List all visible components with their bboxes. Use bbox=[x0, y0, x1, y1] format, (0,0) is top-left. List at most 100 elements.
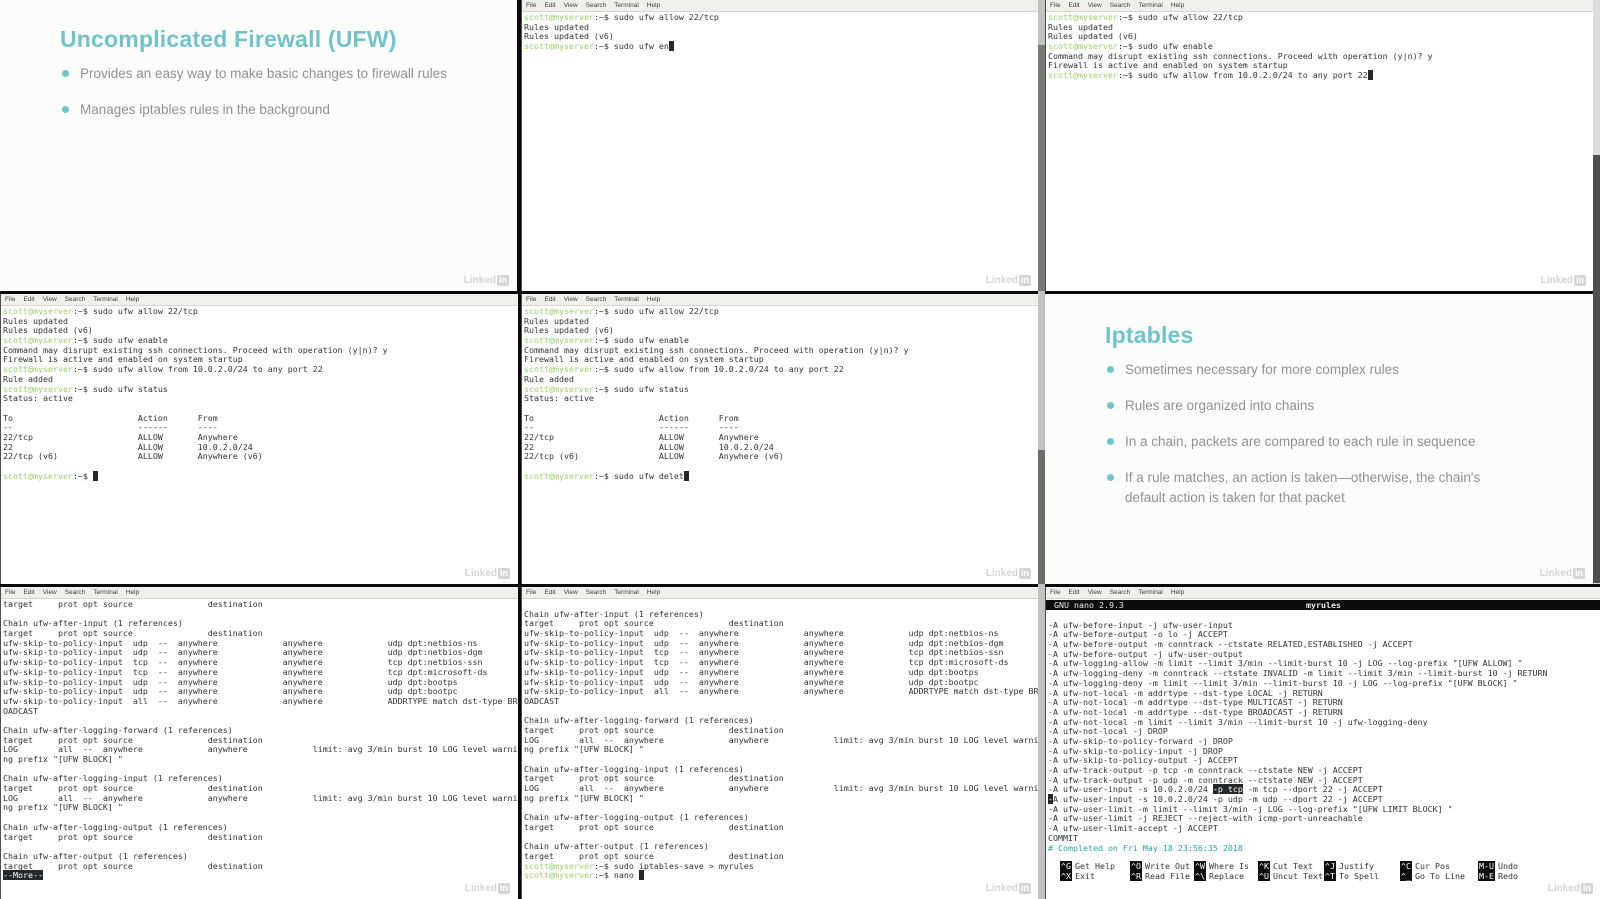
menu-item-search[interactable]: Search bbox=[586, 0, 607, 11]
terminal-screen[interactable]: scott@myserver:~$ sudo ufw allow 22/tcp R… bbox=[522, 12, 1039, 52]
terminal-line: scott@myserver:~$ sudo ufw allow 22/tcp bbox=[1048, 12, 1243, 22]
scrollbar-track-middle[interactable] bbox=[1038, 0, 1045, 899]
menu-item-file[interactable]: File bbox=[526, 294, 536, 305]
nano-shortcut-label: Justify bbox=[1339, 861, 1374, 871]
menu-item-edit[interactable]: Edit bbox=[544, 587, 555, 598]
nano-shortcut-key: M-U bbox=[1478, 861, 1495, 871]
linkedin-watermark: Linked in bbox=[1547, 883, 1593, 894]
menu-item-view[interactable]: View bbox=[1088, 0, 1102, 11]
slide-ufw-panel: Uncomplicated Firewall (UFW) Provides an… bbox=[0, 0, 517, 291]
nano-shortcut-key: ^U bbox=[1258, 871, 1270, 881]
nano-shortcut-key: ^T bbox=[1324, 871, 1336, 881]
nano-shortcut-label: Cut Text bbox=[1273, 861, 1313, 871]
terminal-line: ng prefix "[UFW BLOCK] " bbox=[524, 744, 644, 755]
menu-item-file[interactable]: File bbox=[1050, 587, 1060, 598]
menu-item-terminal[interactable]: Terminal bbox=[614, 587, 639, 598]
terminal-screen[interactable]: scott@myserver:~$ sudo ufw allow 22/tcp R… bbox=[1046, 12, 1594, 81]
menu-item-help[interactable]: Help bbox=[647, 587, 660, 598]
menu-item-file[interactable]: File bbox=[5, 587, 15, 598]
terminal-line: ufw-skip-to-policy-input all -- anywhere… bbox=[3, 695, 518, 706]
menu-item-view[interactable]: View bbox=[564, 294, 578, 305]
menu-item-terminal[interactable]: Terminal bbox=[93, 587, 118, 598]
menu-item-help[interactable]: Help bbox=[647, 0, 660, 11]
terminal-line: ng prefix "[UFW BLOCK] " bbox=[3, 802, 123, 813]
menu-item-view[interactable]: View bbox=[43, 294, 57, 305]
menu-item-file[interactable]: File bbox=[526, 587, 536, 598]
menu-item-search[interactable]: Search bbox=[1110, 0, 1131, 11]
menu-item-terminal[interactable]: Terminal bbox=[1138, 0, 1163, 11]
menu-item-edit[interactable]: Edit bbox=[544, 0, 555, 11]
nano-shortcut-label: Undo bbox=[1498, 861, 1518, 871]
menu-item-help[interactable]: Help bbox=[1171, 0, 1184, 11]
nano-shortcut-key: ^R bbox=[1130, 871, 1142, 881]
menu-item-terminal[interactable]: Terminal bbox=[614, 294, 639, 305]
terminal-screen[interactable]: scott@myserver:~$ sudo ufw allow 22/tcp R… bbox=[522, 306, 1039, 481]
menu-item-view[interactable]: View bbox=[564, 587, 578, 598]
terminal-line: scott@myserver:~$ sudo ufw allow from 10… bbox=[1048, 70, 1594, 81]
menu-item-view[interactable]: View bbox=[43, 587, 57, 598]
nano-shortcut-label: Uncut Text bbox=[1273, 871, 1323, 881]
menu-item-search[interactable]: Search bbox=[586, 294, 607, 305]
menu-item-view[interactable]: View bbox=[564, 0, 578, 11]
terminal-screen[interactable]: target prot opt source destination Chain … bbox=[1, 599, 518, 881]
menu-item-help[interactable]: Help bbox=[126, 587, 139, 598]
slide-bullets-ufw: Provides an easy way to make basic chang… bbox=[62, 64, 492, 136]
slide-iptables-panel: Iptables Sometimes necessary for more co… bbox=[1045, 294, 1593, 584]
bullet-item: Sometimes necessary for more complex rul… bbox=[1107, 360, 1507, 380]
menu-item-edit[interactable]: Edit bbox=[23, 294, 34, 305]
terminal-line: scott@myserver:~$ sudo ufw status bbox=[3, 383, 168, 394]
terminal-menubar: File Edit View Search Terminal Help bbox=[1046, 587, 1600, 599]
terminal-menubar: File Edit View Search Terminal Help bbox=[522, 294, 1039, 306]
nano-shortcut-key: ^X bbox=[1060, 871, 1072, 881]
terminal-line: OADCAST bbox=[524, 695, 559, 706]
scrollbar-thumb[interactable] bbox=[1593, 155, 1600, 583]
menu-item-file[interactable]: File bbox=[526, 0, 536, 11]
bullet-item: In a chain, packets are compared to each… bbox=[1107, 432, 1507, 452]
menu-item-terminal[interactable]: Terminal bbox=[614, 0, 639, 11]
menu-item-edit[interactable]: Edit bbox=[1068, 0, 1079, 11]
nano-shortcut-key: ^_ bbox=[1400, 871, 1412, 881]
menu-item-search[interactable]: Search bbox=[1110, 587, 1131, 598]
scrollbar-thumb[interactable] bbox=[1038, 45, 1045, 291]
nano-shortcut-bar: ^G Get Help ^O Write Out ^W Where Is ^K Cut Tex… bbox=[1060, 861, 1599, 881]
bullet-text: In a chain, packets are compared to each… bbox=[1125, 434, 1476, 449]
nano-shortcut: ^J Justify bbox=[1324, 861, 1400, 871]
bullet-item: Provides an easy way to make basic chang… bbox=[62, 64, 492, 84]
bullet-item: Rules are organized into chains bbox=[1107, 396, 1507, 416]
terminal-screen[interactable]: scott@myserver:~$ sudo ufw allow 22/tcp R… bbox=[1, 306, 518, 481]
nano-shortcut-label: Write Out bbox=[1145, 861, 1190, 871]
menu-item-view[interactable]: View bbox=[1088, 587, 1102, 598]
menu-item-help[interactable]: Help bbox=[126, 294, 139, 305]
menu-item-help[interactable]: Help bbox=[647, 294, 660, 305]
menu-item-edit[interactable]: Edit bbox=[23, 587, 34, 598]
menu-item-help[interactable]: Help bbox=[1171, 587, 1184, 598]
bullet-text: Provides an easy way to make basic chang… bbox=[80, 66, 447, 81]
menu-item-file[interactable]: File bbox=[1050, 0, 1060, 11]
menu-item-edit[interactable]: Edit bbox=[1068, 587, 1079, 598]
menu-item-terminal[interactable]: Terminal bbox=[93, 294, 118, 305]
menu-item-search[interactable]: Search bbox=[65, 294, 86, 305]
terminal-bottom-center: File Edit View Search Terminal Help Chain ufw… bbox=[521, 587, 1039, 899]
scrollbar-thumb[interactable] bbox=[1038, 450, 1045, 584]
nano-shortcut-label: Exit bbox=[1075, 871, 1095, 881]
bullet-dot-icon bbox=[62, 106, 69, 113]
menu-item-file[interactable]: File bbox=[5, 294, 15, 305]
scrollbar-track-right[interactable] bbox=[1593, 0, 1600, 584]
menu-item-search[interactable]: Search bbox=[65, 587, 86, 598]
terminal-line: scott@myserver:~$ sudo ufw status bbox=[524, 383, 689, 394]
terminal-mid-center: File Edit View Search Terminal Help scott@mys… bbox=[521, 294, 1039, 584]
nano-shortcut: ^C Cur Pos bbox=[1400, 861, 1478, 871]
menu-item-edit[interactable]: Edit bbox=[544, 294, 555, 305]
nano-shortcut-key: M-E bbox=[1478, 871, 1495, 881]
linkedin-watermark: Linked in bbox=[985, 568, 1031, 579]
slide-iptables: Iptables Sometimes necessary for more co… bbox=[1045, 294, 1593, 584]
nano-text-area[interactable]: -A ufw-before-input -j ufw-user-input -A … bbox=[1046, 610, 1600, 853]
bullet-dot-icon bbox=[1107, 402, 1114, 409]
nano-shortcut-row: ^G Get Help ^O Write Out ^W Where Is ^K Cut Tex… bbox=[1060, 861, 1599, 871]
bullet-dot-icon bbox=[62, 70, 69, 77]
menu-item-terminal[interactable]: Terminal bbox=[1138, 587, 1163, 598]
terminal-line: scott@myserver:~$ bbox=[3, 470, 518, 482]
terminal-screen[interactable]: Chain ufw-after-input (1 references) targ… bbox=[522, 599, 1039, 881]
terminal-top-center: File Edit View Search Terminal Help scott@mys… bbox=[521, 0, 1039, 291]
menu-item-search[interactable]: Search bbox=[586, 587, 607, 598]
